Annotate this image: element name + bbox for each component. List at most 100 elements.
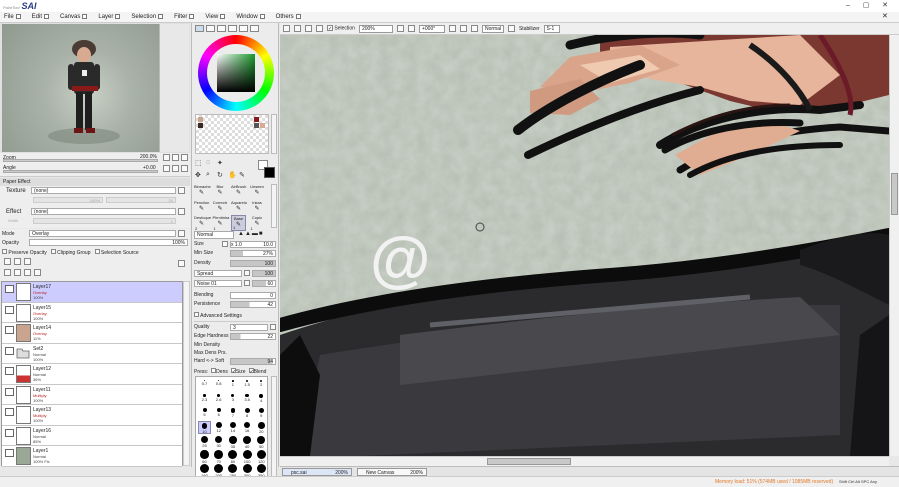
menu-layer[interactable]: Layer [98, 13, 121, 20]
mixer-tab-icon[interactable] [250, 25, 259, 32]
mdi-close-icon[interactable]: ✕ [882, 12, 888, 20]
brush-size-preset[interactable]: 14 [226, 421, 239, 434]
navigator-preview[interactable] [2, 24, 159, 152]
visibility-icon[interactable] [5, 408, 14, 416]
size-lock-icon[interactable] [222, 241, 228, 247]
drawing-canvas[interactable]: @ [280, 35, 889, 456]
layers-scrollbar[interactable] [183, 281, 190, 466]
zoom-minus-icon[interactable] [396, 25, 404, 32]
zoom-in-button[interactable] [172, 154, 179, 161]
rotate-right-button[interactable] [172, 165, 179, 172]
brush-size-preset[interactable]: 350 [255, 463, 268, 478]
tool-base[interactable]: Base ✎ 1 [231, 215, 246, 231]
menu-filter[interactable]: Filter [174, 13, 195, 20]
canvas-tab[interactable]: psc.sai 200% [282, 468, 352, 476]
new-layer-icon[interactable] [4, 258, 11, 265]
brush-size-preset[interactable]: 200 [212, 463, 225, 478]
color-wheel-tab-icon[interactable] [195, 25, 204, 32]
brush-size-preset[interactable]: 120 [255, 449, 268, 464]
size-presets-scrollbar[interactable] [271, 376, 277, 477]
hsv-slider-tab-icon[interactable] [217, 25, 226, 32]
tool-desfoque[interactable]: Desfoque ✎ 2 [194, 215, 211, 231]
texture-settings-button[interactable] [178, 187, 185, 194]
menu-edit[interactable]: Edit [32, 13, 50, 20]
brush-size-preset[interactable]: 50 [255, 435, 268, 449]
paper-effect-header[interactable]: Paper Effect [0, 178, 190, 186]
brush-size-preset[interactable]: 1 [226, 379, 239, 392]
texture-scale-slider[interactable]: 100% [33, 197, 103, 203]
shape-dropdown-icon[interactable] [244, 270, 250, 276]
rgb-slider-tab-icon[interactable] [206, 25, 215, 32]
brush-size-preset[interactable]: 0.8 [212, 379, 225, 392]
visibility-icon[interactable] [5, 326, 14, 334]
brush-size-preset[interactable]: 1.5 [241, 379, 254, 392]
close-button[interactable]: ✕ [877, 1, 893, 11]
blend-mode-dropdown-icon[interactable] [178, 230, 185, 237]
tool-unseen[interactable]: Unseen ✎ [250, 184, 265, 200]
canvas-blend-select[interactable]: Normal [481, 24, 504, 33]
tool-pirmtinha[interactable]: Pirmtinha ✎ 1 [213, 215, 230, 231]
maximize-button[interactable]: ▢ [858, 1, 874, 11]
brush-shape-select[interactable]: Spread [194, 270, 242, 277]
merge-down-icon[interactable] [14, 269, 21, 276]
brush-size-preset[interactable]: 8 [241, 407, 254, 420]
brush-mode-select[interactable]: Normal [194, 231, 234, 239]
brush-size-preset[interactable]: 6 [212, 407, 225, 420]
blend-dropdown-icon[interactable] [507, 25, 515, 32]
layer-item[interactable]: Layer1 Normal 100% Fix [2, 446, 182, 467]
shape-strength-slider[interactable]: 100 [252, 270, 276, 277]
brush-size-preset[interactable]: 60 [198, 449, 211, 464]
visibility-icon[interactable] [5, 285, 14, 293]
rotate-reset-button[interactable] [181, 165, 188, 172]
layer-item[interactable]: Layer14 Overlay 11% [2, 323, 182, 344]
brush-size-preset[interactable]: 9 [255, 407, 268, 420]
brush-size-preset[interactable]: 5 [198, 407, 211, 420]
canvas-vertical-scrollbar[interactable] [889, 35, 899, 456]
brush-size-preset[interactable]: 12 [212, 421, 225, 434]
quality-select[interactable]: 3 [230, 324, 268, 331]
density-slider[interactable]: 100 [230, 260, 276, 267]
selection-source-checkbox[interactable]: Selection Source [94, 249, 139, 256]
brush-size-preset[interactable]: 3 [226, 393, 239, 406]
tool-airbrush[interactable]: AirBrush ✎ [231, 184, 246, 200]
selection-checkbox[interactable]: ✓ Selection [327, 25, 355, 32]
menu-others[interactable]: Others [276, 13, 301, 20]
invert-selection-icon[interactable] [294, 25, 301, 32]
brush-size-preset[interactable]: 250 [226, 463, 239, 478]
tool-blur[interactable]: Blur ✎ [213, 184, 228, 200]
tool-inkas[interactable]: Inkas ✎ [250, 200, 265, 216]
eyedropper-icon[interactable]: ✎ [239, 171, 249, 182]
scratchpad-tab-icon[interactable] [239, 25, 248, 32]
brush-size-preset[interactable]: 80 [226, 449, 239, 464]
visibility-icon[interactable] [5, 428, 14, 437]
visibility-icon[interactable] [5, 367, 14, 375]
blending-slider[interactable]: 0 [230, 292, 276, 299]
rotate-tool-icon[interactable]: ↻ [217, 171, 227, 182]
rotate-cw-icon[interactable] [459, 25, 467, 32]
stabilizer-select[interactable]: S-1 [543, 24, 560, 33]
brush-size-preset[interactable]: 100 [241, 449, 254, 464]
effect-select[interactable]: (none) [31, 208, 176, 215]
brush-size-preset[interactable]: 35 [226, 435, 239, 449]
hard-soft-slider[interactable]: 94 [230, 358, 276, 365]
canvas-tab[interactable]: New Canvas 200% [357, 468, 427, 476]
brush-size-preset[interactable]: 25 [198, 435, 211, 448]
zoom-slider[interactable] [3, 159, 158, 162]
layer-panel-menu-icon[interactable] [178, 260, 185, 267]
deselect-icon[interactable] [283, 25, 290, 32]
selection-tool-icon[interactable]: ⬚ [195, 159, 205, 170]
visibility-icon[interactable] [5, 449, 14, 457]
new-folder-icon[interactable] [24, 258, 31, 265]
brush-texture-select[interactable]: Noise 01 [194, 280, 242, 287]
visibility-icon[interactable] [5, 387, 14, 396]
canvas-angle-select[interactable]: +000° [418, 24, 445, 33]
brush-size-preset[interactable]: 2.6 [212, 393, 225, 406]
delete-layer-icon[interactable] [34, 269, 41, 276]
brush-size-preset[interactable]: 0.7 [198, 379, 211, 392]
layer-item[interactable]: Layer12 Normal 36% [2, 364, 182, 385]
brush-size-preset[interactable]: 7 [226, 407, 239, 420]
layer-item[interactable]: Layer13 Multiply 100% [2, 405, 182, 426]
zoom-out-button[interactable] [163, 154, 170, 161]
texture-select[interactable]: (none) [31, 187, 176, 194]
angle-slider[interactable] [3, 170, 158, 173]
